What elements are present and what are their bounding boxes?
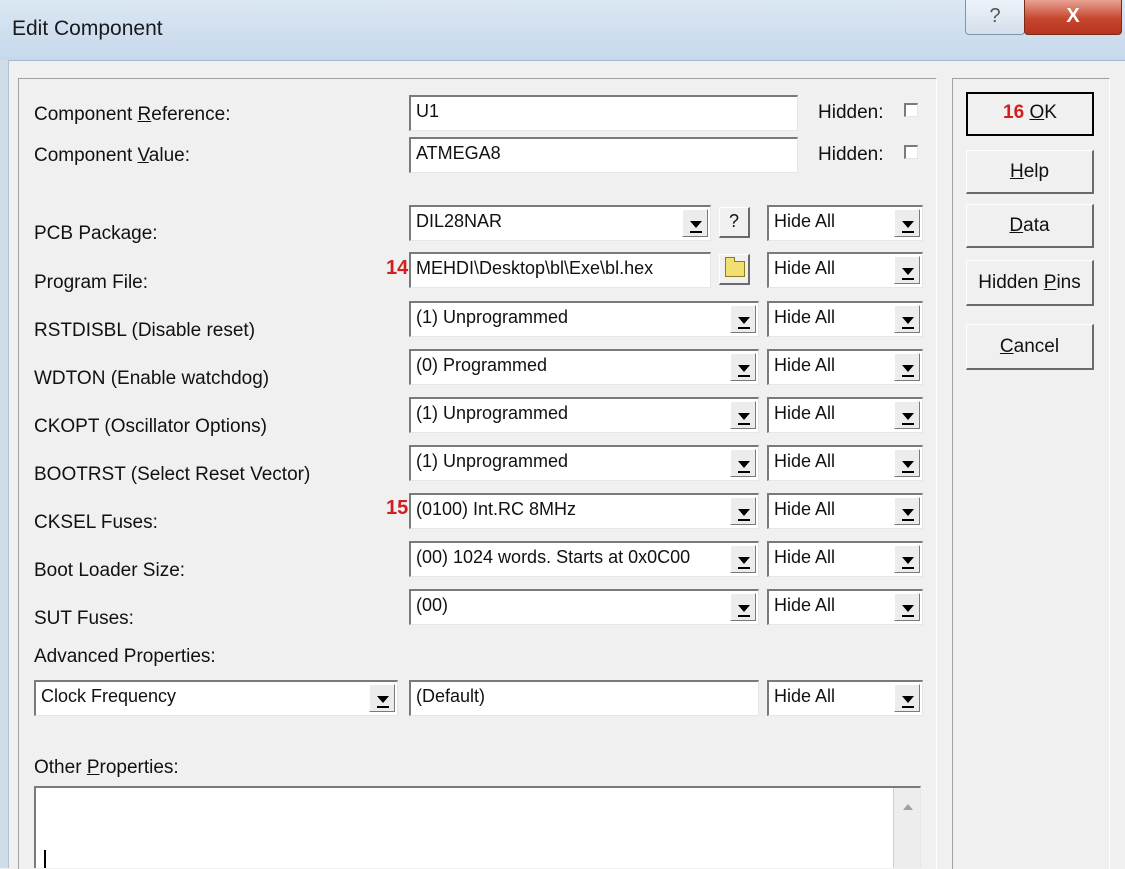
bootrst-label: BOOTRST (Select Reset Vector) bbox=[34, 464, 311, 485]
ckopt-label: CKOPT (Oscillator Options) bbox=[34, 416, 267, 437]
reference-hidden-label: Hidden: bbox=[818, 102, 884, 123]
component-value-input[interactable]: ATMEGA8 bbox=[409, 137, 798, 173]
data-button[interactable]: Data bbox=[966, 204, 1094, 248]
chevron-down-icon[interactable] bbox=[894, 593, 920, 621]
cksel-select[interactable]: (0100) Int.RC 8MHz bbox=[409, 493, 759, 529]
pcb-package-select[interactable]: DIL28NAR bbox=[409, 205, 711, 241]
rstdisbl-visibility-select[interactable]: Hide All bbox=[767, 301, 923, 337]
sut-fuses-value: (00) bbox=[416, 595, 449, 615]
reference-hidden-checkbox[interactable] bbox=[904, 103, 918, 117]
chevron-down-icon[interactable] bbox=[894, 449, 920, 477]
advanced-value-input[interactable]: (Default) bbox=[409, 680, 759, 716]
rstdisbl-label: RSTDISBL (Disable reset) bbox=[34, 320, 256, 341]
chevron-down-icon[interactable] bbox=[730, 545, 756, 573]
chevron-down-icon[interactable] bbox=[730, 449, 756, 477]
browse-folder-button[interactable] bbox=[719, 254, 750, 285]
other-properties-textarea[interactable] bbox=[34, 786, 921, 868]
pcb-package-label: PCB Package: bbox=[34, 223, 158, 244]
visibility-value: Hide All bbox=[774, 307, 836, 327]
program-file-visibility-select[interactable]: Hide All bbox=[767, 252, 923, 288]
folder-icon bbox=[725, 257, 745, 277]
text-cursor bbox=[44, 850, 46, 868]
chevron-down-icon[interactable] bbox=[369, 684, 395, 712]
chevron-down-icon[interactable] bbox=[894, 305, 920, 333]
step-marker-14: 14 bbox=[386, 257, 409, 279]
cksel-label: CKSEL Fuses: bbox=[34, 512, 158, 533]
advanced-property-select[interactable]: Clock Frequency bbox=[34, 680, 398, 716]
visibility-value: Hide All bbox=[774, 595, 836, 615]
advanced-visibility-select[interactable]: Hide All bbox=[767, 680, 923, 716]
textarea-scrollbar[interactable] bbox=[893, 788, 920, 868]
other-properties-label: Other Properties: bbox=[34, 757, 179, 778]
visibility-value: Hide All bbox=[774, 686, 836, 706]
visibility-value: Hide All bbox=[774, 547, 836, 567]
package-help-button[interactable]: ? bbox=[719, 207, 750, 238]
wdton-label: WDTON (Enable watchdog) bbox=[34, 368, 270, 389]
visibility-value: Hide All bbox=[774, 211, 836, 231]
boot-loader-size-visibility-select[interactable]: Hide All bbox=[767, 541, 923, 577]
step-marker-15: 15 bbox=[386, 497, 409, 519]
ckopt-value: (1) Unprogrammed bbox=[416, 403, 569, 423]
scroll-up-icon[interactable] bbox=[903, 804, 913, 810]
wdton-select[interactable]: (0) Programmed bbox=[409, 349, 759, 385]
chevron-down-icon[interactable] bbox=[894, 401, 920, 429]
cksel-visibility-select[interactable]: Hide All bbox=[767, 493, 923, 529]
bootrst-value: (1) Unprogrammed bbox=[416, 451, 569, 471]
hidden-pins-button[interactable]: Hidden Pins bbox=[966, 260, 1094, 306]
ok-button[interactable]: 16 OK bbox=[966, 92, 1094, 136]
chevron-down-icon[interactable] bbox=[730, 353, 756, 381]
chevron-down-icon[interactable] bbox=[730, 305, 756, 333]
value-hidden-checkbox[interactable] bbox=[904, 145, 918, 159]
bootrst-visibility-select[interactable]: Hide All bbox=[767, 445, 923, 481]
component-value-label: Component Value: bbox=[34, 145, 190, 166]
pcb-package-value: DIL28NAR bbox=[416, 211, 503, 231]
program-file-input[interactable]: MEHDI\Desktop\bl\Exe\bl.hex bbox=[409, 252, 711, 288]
program-file-label: Program File: bbox=[34, 272, 149, 293]
chevron-down-icon[interactable] bbox=[730, 497, 756, 525]
rstdisbl-value: (1) Unprogrammed bbox=[416, 307, 569, 327]
cksel-value: (0100) Int.RC 8MHz bbox=[416, 499, 577, 519]
chevron-down-icon[interactable] bbox=[894, 209, 920, 237]
chevron-down-icon[interactable] bbox=[894, 684, 920, 712]
component-reference-input[interactable]: U1 bbox=[409, 95, 798, 131]
chevron-down-icon[interactable] bbox=[682, 209, 708, 237]
value-hidden-label: Hidden: bbox=[818, 144, 884, 165]
help-button[interactable]: Help bbox=[966, 150, 1094, 194]
window-border bbox=[0, 60, 9, 868]
visibility-value: Hide All bbox=[774, 403, 836, 423]
cancel-button[interactable]: Cancel bbox=[966, 324, 1094, 370]
close-icon[interactable]: X bbox=[1024, 0, 1122, 35]
pcb-package-visibility-select[interactable]: Hide All bbox=[767, 205, 923, 241]
help-icon[interactable]: ? bbox=[965, 0, 1025, 35]
chevron-down-icon[interactable] bbox=[894, 256, 920, 284]
chevron-down-icon[interactable] bbox=[730, 401, 756, 429]
bootrst-select[interactable]: (1) Unprogrammed bbox=[409, 445, 759, 481]
wdton-visibility-select[interactable]: Hide All bbox=[767, 349, 923, 385]
ckopt-visibility-select[interactable]: Hide All bbox=[767, 397, 923, 433]
step-marker-16: 16 bbox=[1003, 102, 1025, 123]
window-title: Edit Component bbox=[12, 17, 163, 40]
visibility-value: Hide All bbox=[774, 355, 836, 375]
boot-loader-size-select[interactable]: (00) 1024 words. Starts at 0x0C00 bbox=[409, 541, 759, 577]
boot-loader-size-label: Boot Loader Size: bbox=[34, 560, 186, 581]
chevron-down-icon[interactable] bbox=[730, 593, 756, 621]
visibility-value: Hide All bbox=[774, 451, 836, 471]
advanced-properties-label: Advanced Properties: bbox=[34, 646, 216, 667]
ckopt-select[interactable]: (1) Unprogrammed bbox=[409, 397, 759, 433]
wdton-value: (0) Programmed bbox=[416, 355, 548, 375]
chevron-down-icon[interactable] bbox=[894, 353, 920, 381]
visibility-value: Hide All bbox=[774, 258, 836, 278]
advanced-property-value: Clock Frequency bbox=[41, 686, 177, 706]
button-panel bbox=[952, 78, 1110, 869]
sut-fuses-select[interactable]: (00) bbox=[409, 589, 759, 625]
visibility-value: Hide All bbox=[774, 499, 836, 519]
sut-fuses-visibility-select[interactable]: Hide All bbox=[767, 589, 923, 625]
title-bar: Edit Component ? X bbox=[0, 0, 1125, 61]
chevron-down-icon[interactable] bbox=[894, 497, 920, 525]
rstdisbl-select[interactable]: (1) Unprogrammed bbox=[409, 301, 759, 337]
component-reference-label: Component Reference: bbox=[34, 104, 231, 125]
chevron-down-icon[interactable] bbox=[894, 545, 920, 573]
sut-fuses-label: SUT Fuses: bbox=[34, 608, 134, 629]
boot-loader-size-value: (00) 1024 words. Starts at 0x0C00 bbox=[416, 547, 691, 567]
